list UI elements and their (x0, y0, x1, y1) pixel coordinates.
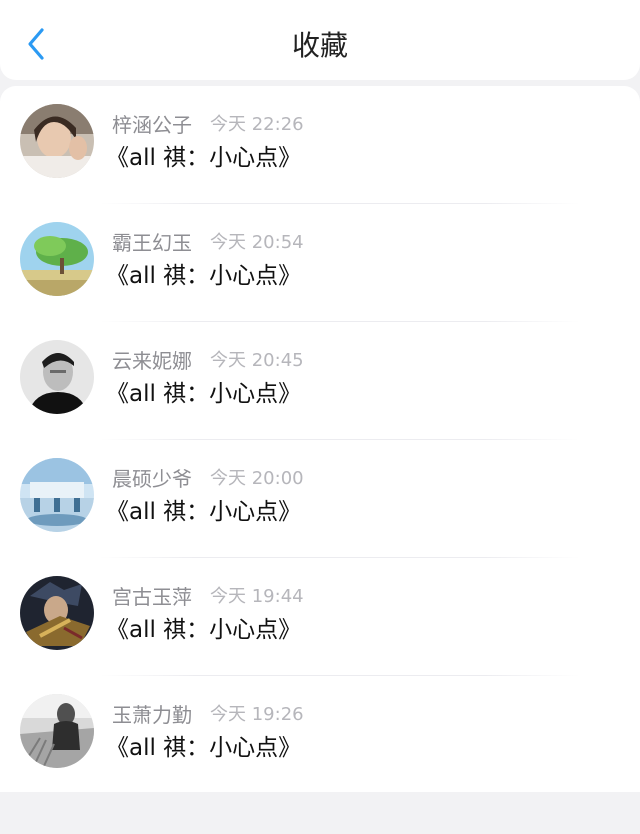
avatar-winter-scene-icon (20, 458, 94, 532)
author-name[interactable]: 云来妮娜 (112, 345, 192, 374)
favorite-title[interactable]: 《all 祺：小心点》 (106, 258, 301, 294)
list-item[interactable]: 玉萧力勤 今天 19:26 《all 祺：小心点》 (0, 676, 640, 792)
author-name[interactable]: 霸王幻玉 (112, 227, 192, 256)
timestamp: 今天 20:54 (210, 232, 304, 253)
avatar-field-bw-icon (20, 694, 94, 768)
author-name[interactable]: 晨硕少爷 (112, 463, 192, 492)
author-name[interactable]: 梓涵公子 (112, 109, 192, 138)
avatar-anime-warrior-icon (20, 576, 94, 650)
avatar[interactable] (20, 222, 94, 296)
list-item[interactable]: 梓涵公子 今天 22:26 《all 祺：小心点》 (0, 86, 640, 204)
avatar[interactable] (20, 104, 94, 178)
favorites-list: 梓涵公子 今天 22:26 《all 祺：小心点》 霸王幻玉 今天 20:54 … (0, 86, 640, 792)
list-item[interactable]: 云来妮娜 今天 20:45 《all 祺：小心点》 (0, 322, 640, 440)
avatar-landscape-tree-icon (20, 222, 94, 296)
list-item[interactable]: 晨硕少爷 今天 20:00 《all 祺：小心点》 (0, 440, 640, 558)
favorite-title[interactable]: 《all 祺：小心点》 (106, 494, 301, 530)
avatar[interactable] (20, 694, 94, 768)
avatar[interactable] (20, 458, 94, 532)
top-nav-bar: 收藏 (0, 0, 640, 80)
list-item[interactable]: 宫古玉萍 今天 19:44 《all 祺：小心点》 (0, 558, 640, 676)
favorite-title[interactable]: 《all 祺：小心点》 (106, 376, 301, 412)
favorite-title[interactable]: 《all 祺：小心点》 (106, 730, 301, 766)
timestamp: 今天 22:26 (210, 114, 304, 135)
timestamp: 今天 19:26 (210, 704, 304, 725)
avatar[interactable] (20, 576, 94, 650)
author-name[interactable]: 玉萧力勤 (112, 699, 192, 728)
author-name[interactable]: 宫古玉萍 (112, 581, 192, 610)
favorite-title[interactable]: 《all 祺：小心点》 (106, 140, 301, 176)
timestamp: 今天 19:44 (210, 586, 304, 607)
timestamp: 今天 20:45 (210, 350, 304, 371)
page-title: 收藏 (291, 29, 348, 62)
avatar[interactable] (20, 340, 94, 414)
list-item[interactable]: 霸王幻玉 今天 20:54 《all 祺：小心点》 (0, 204, 640, 322)
timestamp: 今天 20:00 (210, 468, 304, 489)
avatar-photo-girl-icon (20, 104, 94, 178)
avatar-portrait-bw-icon (20, 340, 94, 414)
favorite-title[interactable]: 《all 祺：小心点》 (106, 612, 301, 648)
